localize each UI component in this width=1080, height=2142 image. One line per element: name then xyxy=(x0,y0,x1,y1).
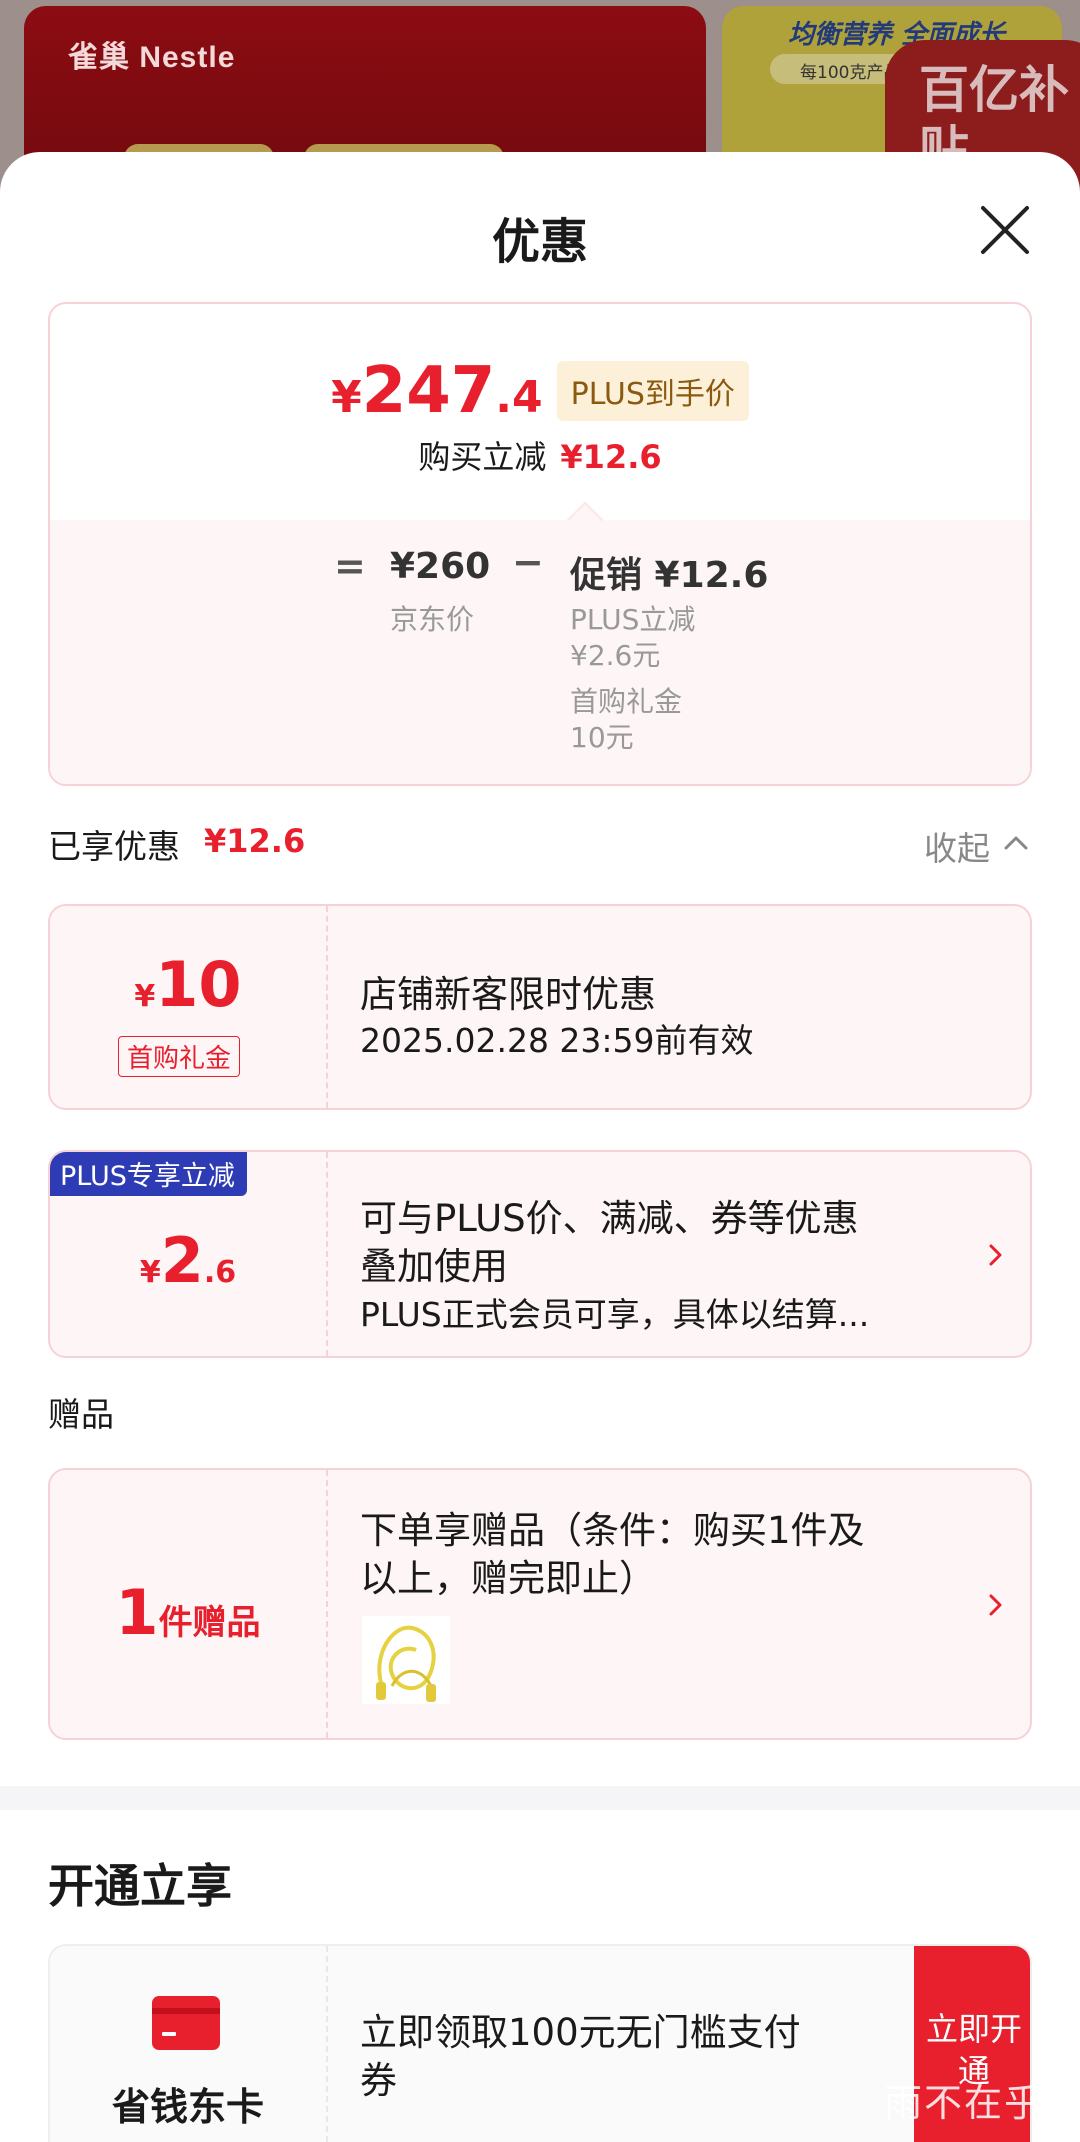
coupon-validity: 2025.02.28 23:59前有效 xyxy=(360,1021,754,1060)
reduce-row: 购买立减 ¥12.6 xyxy=(50,432,1030,478)
gift-count-panel: 1件赠品 xyxy=(50,1470,326,1738)
card-icon xyxy=(152,1996,220,2050)
final-price-row: ¥247.4 PLUS到手价 xyxy=(50,354,1030,428)
first-gift-label: 首购礼金 xyxy=(570,685,683,718)
final-price: ¥247.4 xyxy=(331,354,543,428)
watermark: 雨不在乎 xyxy=(884,2081,1045,2125)
jd-price: ¥260 xyxy=(390,546,491,587)
reduce-label: 购买立减 xyxy=(418,438,547,476)
enjoyed-amount: ¥12.6 xyxy=(204,822,306,860)
coupon-title-line2: 叠加使用 xyxy=(360,1245,508,1288)
reduce-amount: ¥12.6 xyxy=(560,438,662,476)
coupon-amount-panel: ¥10 首购礼金 xyxy=(50,906,326,1108)
coupon-amount-panel: PLUS专享立减 ¥2.6 xyxy=(50,1152,326,1356)
open-section-title: 开通立享 xyxy=(48,1859,232,1913)
plus-reduce-value: ¥2.6元 xyxy=(570,639,661,672)
coupon-divider xyxy=(326,1946,328,2142)
membership-desc-line1: 立即领取100元无门槛支付 xyxy=(360,2011,801,2054)
discount-sheet: 优惠 ¥247.4 PLUS到手价 购买立减 ¥12.6 = ¥260 京东价 − … xyxy=(0,152,1080,2142)
first-gift-value: 10元 xyxy=(570,721,634,754)
collapse-button[interactable]: 收起 xyxy=(924,822,990,870)
card-name: 省钱东卡 xyxy=(111,2085,264,2129)
plus-price-badge: PLUS到手价 xyxy=(556,361,749,421)
coupon-title-line1: 可与PLUS价、满减、券等优惠 xyxy=(360,1197,859,1240)
coupon-card-plus[interactable]: PLUS专享立减 ¥2.6 可与PLUS价、满减、券等优惠 叠加使用 PLUS正… xyxy=(48,1150,1032,1358)
close-icon[interactable] xyxy=(975,200,1035,260)
section-separator xyxy=(0,1786,1080,1810)
equals-sign: = xyxy=(334,544,366,588)
coupon-amount: ¥10 xyxy=(134,948,242,1021)
gift-title-line1: 下单享赠品（条件：购买1件及 xyxy=(360,1509,865,1552)
brand-logo: 雀巢 Nestle xyxy=(68,41,236,74)
chevron-right-icon[interactable] xyxy=(980,1240,1010,1270)
coupon-tag: 首购礼金 xyxy=(118,1036,241,1077)
gift-count: 1件赠品 xyxy=(115,1576,261,1649)
price-summary-card: ¥247.4 PLUS到手价 购买立减 ¥12.6 = ¥260 京东价 − 促销 … xyxy=(48,302,1032,786)
membership-desc-line2: 券 xyxy=(360,2059,397,2102)
coupon-desc: PLUS正式会员可享，具体以结算... xyxy=(360,1295,870,1334)
coupon-card-first-gift[interactable]: ¥10 首购礼金 店铺新客限时优惠 2025.02.28 23:59前有效 xyxy=(48,904,1032,1110)
jump-rope-gift-image xyxy=(362,1616,450,1704)
gift-card[interactable]: 1件赠品 下单享赠品（条件：购买1件及 以上，赠完即止） xyxy=(48,1468,1032,1740)
chevron-up-icon[interactable] xyxy=(1002,832,1030,852)
minus-sign: − xyxy=(512,540,544,584)
coupon-amount: ¥2.6 xyxy=(139,1224,237,1297)
gift-section-label: 赠品 xyxy=(48,1395,114,1434)
chevron-right-icon[interactable] xyxy=(980,1590,1010,1620)
gift-title-line2: 以上，赠完即止） xyxy=(360,1557,656,1600)
plus-exclusive-badge: PLUS专享立减 xyxy=(50,1152,247,1196)
coupon-divider xyxy=(326,1470,328,1738)
coupon-title: 店铺新客限时优惠 xyxy=(360,973,656,1016)
enjoyed-label: 已享优惠 xyxy=(48,827,180,866)
coupon-divider xyxy=(326,1152,328,1356)
plus-reduce-label: PLUS立减 xyxy=(570,603,696,636)
sheet-title: 优惠 xyxy=(491,214,588,270)
coupon-divider xyxy=(326,906,328,1108)
promo-amount: 促销 ¥12.6 xyxy=(570,555,769,596)
jd-price-label: 京东价 xyxy=(390,603,475,636)
